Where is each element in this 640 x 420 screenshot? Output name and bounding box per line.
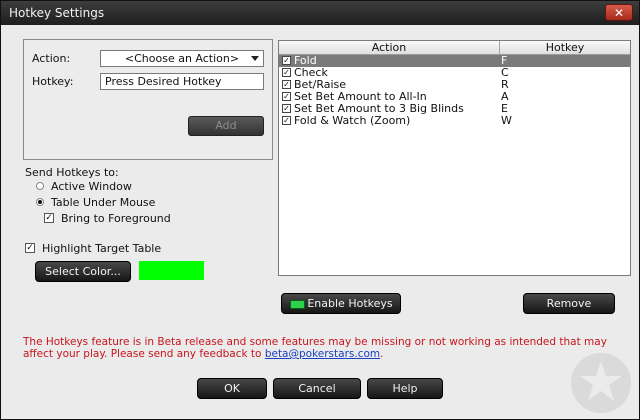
status-led-icon — [290, 300, 305, 309]
column-header-action[interactable]: Action — [279, 41, 500, 54]
enable-hotkeys-button[interactable]: Enable Hotkeys — [281, 293, 401, 314]
hotkey-label: Hotkey: — [32, 75, 74, 88]
ok-button[interactable]: OK — [197, 378, 267, 399]
add-button[interactable]: Add — [188, 116, 264, 136]
window-title: Hotkey Settings — [9, 6, 105, 20]
action-dropdown-value: <Choose an Action> — [124, 52, 240, 65]
highlight-target-label: Highlight Target Table — [42, 242, 162, 255]
feedback-email-link[interactable]: beta@pokerstars.com — [265, 348, 380, 360]
hotkey-settings-window: Hotkey Settings ✕ Action: <Choose an Act… — [0, 0, 640, 420]
row-checkbox[interactable]: ✓ — [282, 68, 291, 77]
close-icon: ✕ — [613, 5, 625, 20]
title-bar[interactable]: Hotkey Settings ✕ — [1, 1, 639, 25]
column-header-hotkey[interactable]: Hotkey — [500, 41, 630, 54]
action-label: Action: — [32, 52, 71, 65]
row-action: Fold & Watch (Zoom) — [294, 114, 411, 127]
hotkey-table: Action Hotkey ✓ Fold F ✓ Check C ✓ Bet/R… — [278, 40, 631, 276]
bring-to-foreground-checkbox[interactable]: ✓ — [44, 213, 54, 223]
hotkey-input[interactable]: Press Desired Hotkey — [100, 73, 264, 90]
radio-active-window-label: Active Window — [51, 180, 132, 193]
close-button[interactable]: ✕ — [605, 4, 633, 21]
send-hotkeys-label: Send Hotkeys to: — [25, 166, 119, 179]
action-dropdown[interactable]: <Choose an Action> — [100, 50, 264, 67]
row-checkbox[interactable]: ✓ — [282, 92, 291, 101]
table-row[interactable]: ✓ Fold & Watch (Zoom) W — [279, 115, 630, 127]
row-checkbox[interactable]: ✓ — [282, 56, 291, 65]
row-checkbox[interactable]: ✓ — [282, 104, 291, 113]
dialog-body: Action: <Choose an Action> Hotkey: Press… — [1, 25, 639, 419]
remove-button[interactable]: Remove — [523, 293, 615, 314]
action-panel: Action: <Choose an Action> Hotkey: Press… — [23, 39, 273, 160]
beta-notice: The Hotkeys feature is in Beta release a… — [23, 336, 623, 360]
row-checkbox[interactable]: ✓ — [282, 80, 291, 89]
radio-table-under-mouse-control[interactable] — [36, 198, 44, 206]
select-color-button[interactable]: Select Color... — [35, 261, 131, 282]
help-button[interactable]: Help — [367, 378, 443, 399]
highlight-target-checkbox[interactable]: ✓ — [25, 243, 35, 253]
table-row[interactable]: ✓ Fold F — [279, 55, 630, 67]
row-checkbox[interactable]: ✓ — [282, 116, 291, 125]
radio-active-window-control[interactable] — [36, 182, 44, 190]
beta-notice-suffix: . — [380, 348, 384, 360]
table-header: Action Hotkey — [279, 41, 630, 55]
bring-to-foreground-label: Bring to Foreground — [61, 212, 171, 225]
radio-table-under-mouse-label: Table Under Mouse — [51, 196, 156, 209]
highlight-color-swatch — [139, 261, 204, 280]
row-hotkey: W — [501, 114, 512, 127]
spade-star-icon — [571, 353, 631, 413]
cancel-button[interactable]: Cancel — [273, 378, 361, 399]
chevron-down-icon — [251, 56, 259, 61]
enable-hotkeys-label: Enable Hotkeys — [307, 297, 393, 310]
